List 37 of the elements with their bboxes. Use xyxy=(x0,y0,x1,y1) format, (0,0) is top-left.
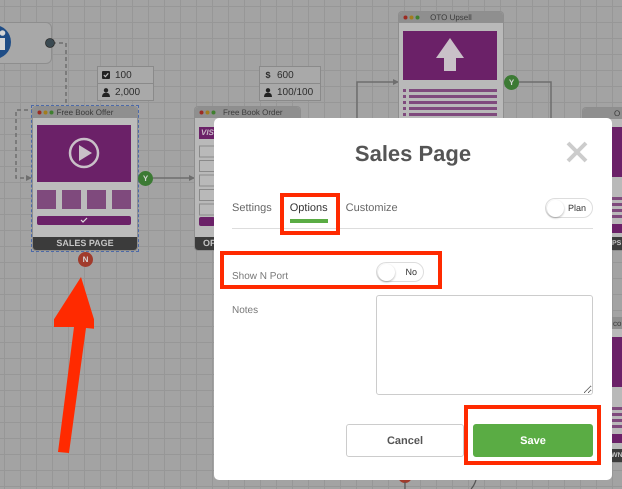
start-node[interactable] xyxy=(0,22,52,64)
stat-value: 100 xyxy=(115,70,132,80)
connector-arrow xyxy=(356,79,399,119)
connector-line xyxy=(519,81,552,119)
node-title: O xyxy=(614,108,620,119)
port-badge[interactable]: N xyxy=(78,252,93,267)
currency-symbol: $ xyxy=(264,70,272,80)
cancel-button[interactable]: Cancel xyxy=(346,424,464,457)
node-title: Free Book Offer xyxy=(56,107,114,118)
node-title: OTO Upsell xyxy=(430,12,472,23)
node-footer-label: SALES PAGE xyxy=(56,237,114,250)
person-icon xyxy=(264,88,272,96)
notes-field[interactable] xyxy=(376,295,593,395)
node-title: Free Book Order xyxy=(223,107,283,118)
highlight-frame xyxy=(280,193,340,235)
field-label: Show N Port xyxy=(232,270,290,282)
stat-value: 2,000 xyxy=(115,86,140,98)
plan-toggle[interactable]: Plan xyxy=(545,198,593,218)
stat-value: 100/100 xyxy=(277,86,314,98)
stat-value: 600 xyxy=(277,70,294,80)
port-badge[interactable]: Y xyxy=(138,171,153,186)
port-badge[interactable]: Y xyxy=(504,75,519,90)
connector-arrow xyxy=(153,175,195,181)
close-button[interactable] xyxy=(565,140,589,164)
tab[interactable]: Settings xyxy=(232,198,272,223)
info-icon xyxy=(0,25,11,59)
port-dot xyxy=(45,38,55,48)
page-node[interactable]: Free Book Offer SALES PAGE xyxy=(31,105,139,252)
person-icon xyxy=(102,88,110,96)
tab[interactable]: Customize xyxy=(346,198,398,223)
node-footer-label: OF xyxy=(203,237,216,250)
connector-line xyxy=(470,480,477,489)
tab[interactable]: Options xyxy=(290,198,328,223)
toggle-switch[interactable]: No xyxy=(376,262,424,282)
field-label: Notes xyxy=(232,304,260,316)
checkbox-icon xyxy=(102,71,110,79)
node-title: co xyxy=(613,318,622,329)
